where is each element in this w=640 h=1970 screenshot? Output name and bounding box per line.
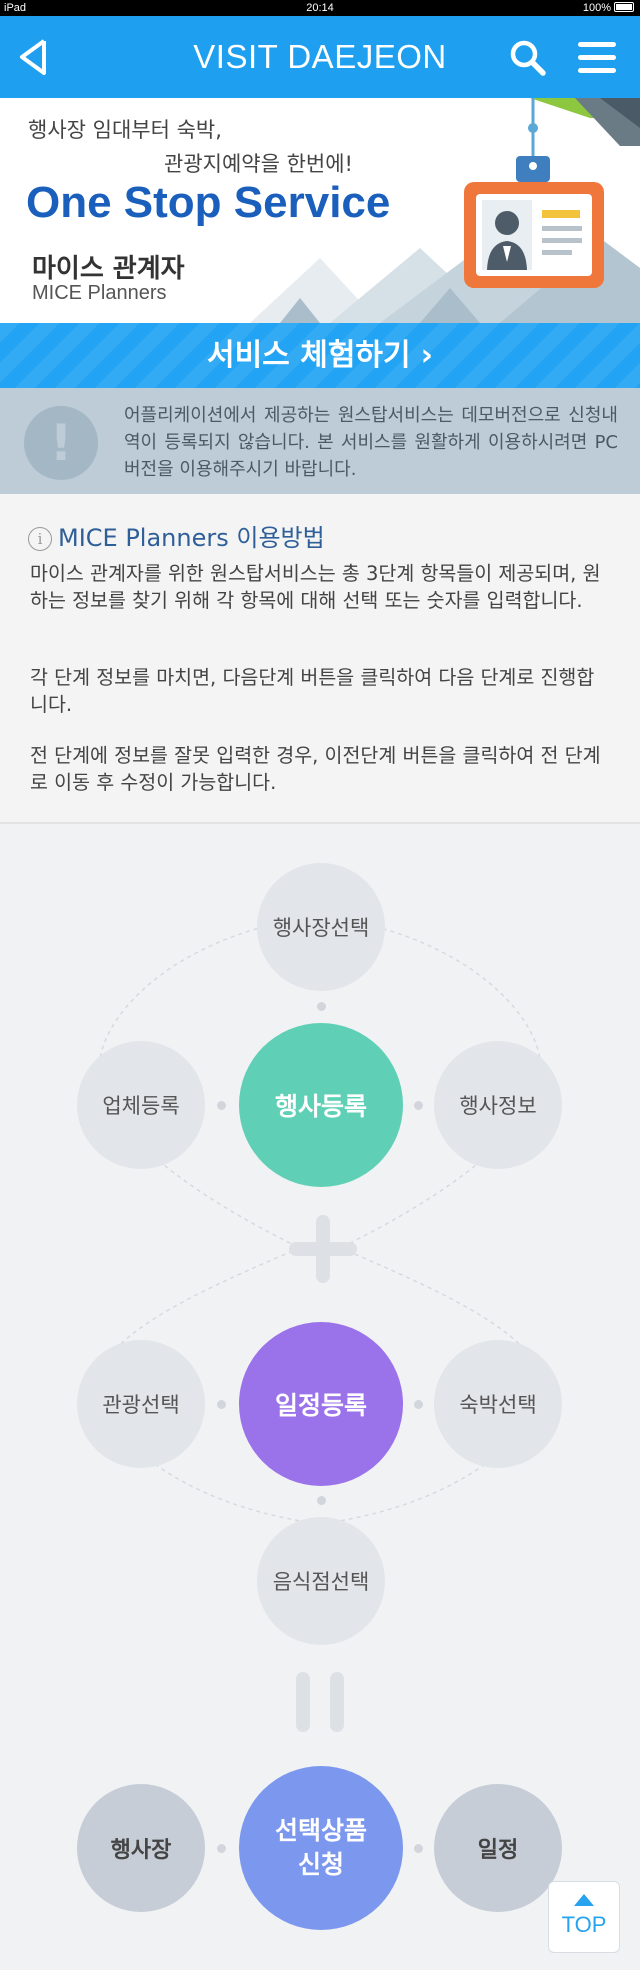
battery-icon xyxy=(614,2,634,12)
connector-dot xyxy=(414,1400,423,1409)
howto-paragraph-3: 전 단계에 정보를 잘못 입력한 경우, 이전단계 버튼을 클릭하여 전 단계로… xyxy=(30,744,601,794)
status-bar: iPad 20:14 100% xyxy=(0,0,640,16)
status-time: 20:14 xyxy=(306,2,334,14)
search-icon xyxy=(510,40,546,76)
hamburger-menu-icon xyxy=(578,42,616,73)
info-icon: i xyxy=(28,527,52,551)
schedule-register-circle[interactable]: 일정등록 xyxy=(239,1322,403,1486)
result-schedule-circle[interactable]: 일정 xyxy=(434,1784,562,1912)
connector-dot xyxy=(317,1496,326,1505)
app-header: VISIT DAEJEON xyxy=(0,16,640,98)
scroll-top-label: TOP xyxy=(561,1912,607,1937)
lodging-select-circle[interactable]: 숙박선택 xyxy=(434,1340,562,1468)
hero-role-ko: 마이스 관계자 xyxy=(32,254,185,284)
tour-select-circle[interactable]: 관광선택 xyxy=(77,1340,205,1468)
hero-service-title: One Stop Service xyxy=(26,178,391,227)
apply-selected-circle[interactable]: 선택상품 신청 xyxy=(239,1766,403,1930)
try-service-label: 서비스 체험하기 xyxy=(206,338,411,373)
event-info-circle[interactable]: 행사정보 xyxy=(434,1041,562,1169)
restaurant-select-circle[interactable]: 음식점선택 xyxy=(257,1517,385,1645)
howto-paragraph-2: 각 단계 정보를 마치면, 다음단계 버튼을 클릭하여 다음 단계로 진행합니다… xyxy=(30,666,595,716)
hero-role-en: MICE Planners xyxy=(32,282,167,304)
connector-dot xyxy=(414,1844,423,1853)
battery-indicator: 100% xyxy=(583,0,634,16)
howto-title-text: MICE Planners 이용방법 xyxy=(58,524,325,552)
try-service-button[interactable]: 서비스 체험하기 › xyxy=(0,323,640,388)
howto-title: i MICE Planners 이용방법 xyxy=(28,518,325,553)
arrow-up-icon xyxy=(574,1894,594,1906)
hero-line1: 행사장 임대부터 숙박, xyxy=(28,118,222,142)
notice-text: 어플리케이션에서 제공하는 원스탑서비스는 데모버전으로 신청내역이 등록되지 … xyxy=(124,405,618,480)
event-register-circle[interactable]: 행사등록 xyxy=(239,1023,403,1187)
demo-notice: ! 어플리케이션에서 제공하는 원스탑서비스는 데모버전으로 신청내역이 등록되… xyxy=(0,388,640,494)
scroll-top-button[interactable]: TOP xyxy=(548,1881,620,1953)
menu-button[interactable] xyxy=(574,38,620,78)
venue-select-circle[interactable]: 행사장선택 xyxy=(257,863,385,991)
search-button[interactable] xyxy=(508,38,548,78)
connector-dot xyxy=(414,1101,423,1110)
connector-dot xyxy=(217,1101,226,1110)
howto-paragraph-1: 마이스 관계자를 위한 원스탑서비스는 총 3단계 항목들이 제공되며, 원하는… xyxy=(30,562,601,612)
id-badge-icon xyxy=(464,98,604,288)
warning-icon: ! xyxy=(24,406,98,480)
connector-dot xyxy=(217,1844,226,1853)
process-diagram: 행사장선택 업체등록 행사정보 행사등록 관광선택 숙박선택 일정등록 음식점선… xyxy=(0,824,640,1970)
chevron-right-icon: › xyxy=(420,338,434,373)
battery-percent: 100% xyxy=(582,2,611,14)
connector-dot xyxy=(217,1400,226,1409)
hero-banner: 행사장 임대부터 숙박, 관광지예약을 한번에! One Stop Servic… xyxy=(0,98,640,323)
result-venue-circle[interactable]: 행사장 xyxy=(77,1784,205,1912)
connector-dot xyxy=(317,1002,326,1011)
howto-section: i MICE Planners 이용방법 마이스 관계자를 위한 원스탑서비스는 … xyxy=(0,494,640,824)
company-register-circle[interactable]: 업체등록 xyxy=(77,1041,205,1169)
hero-line2: 관광지예약을 한번에! xyxy=(164,152,353,176)
